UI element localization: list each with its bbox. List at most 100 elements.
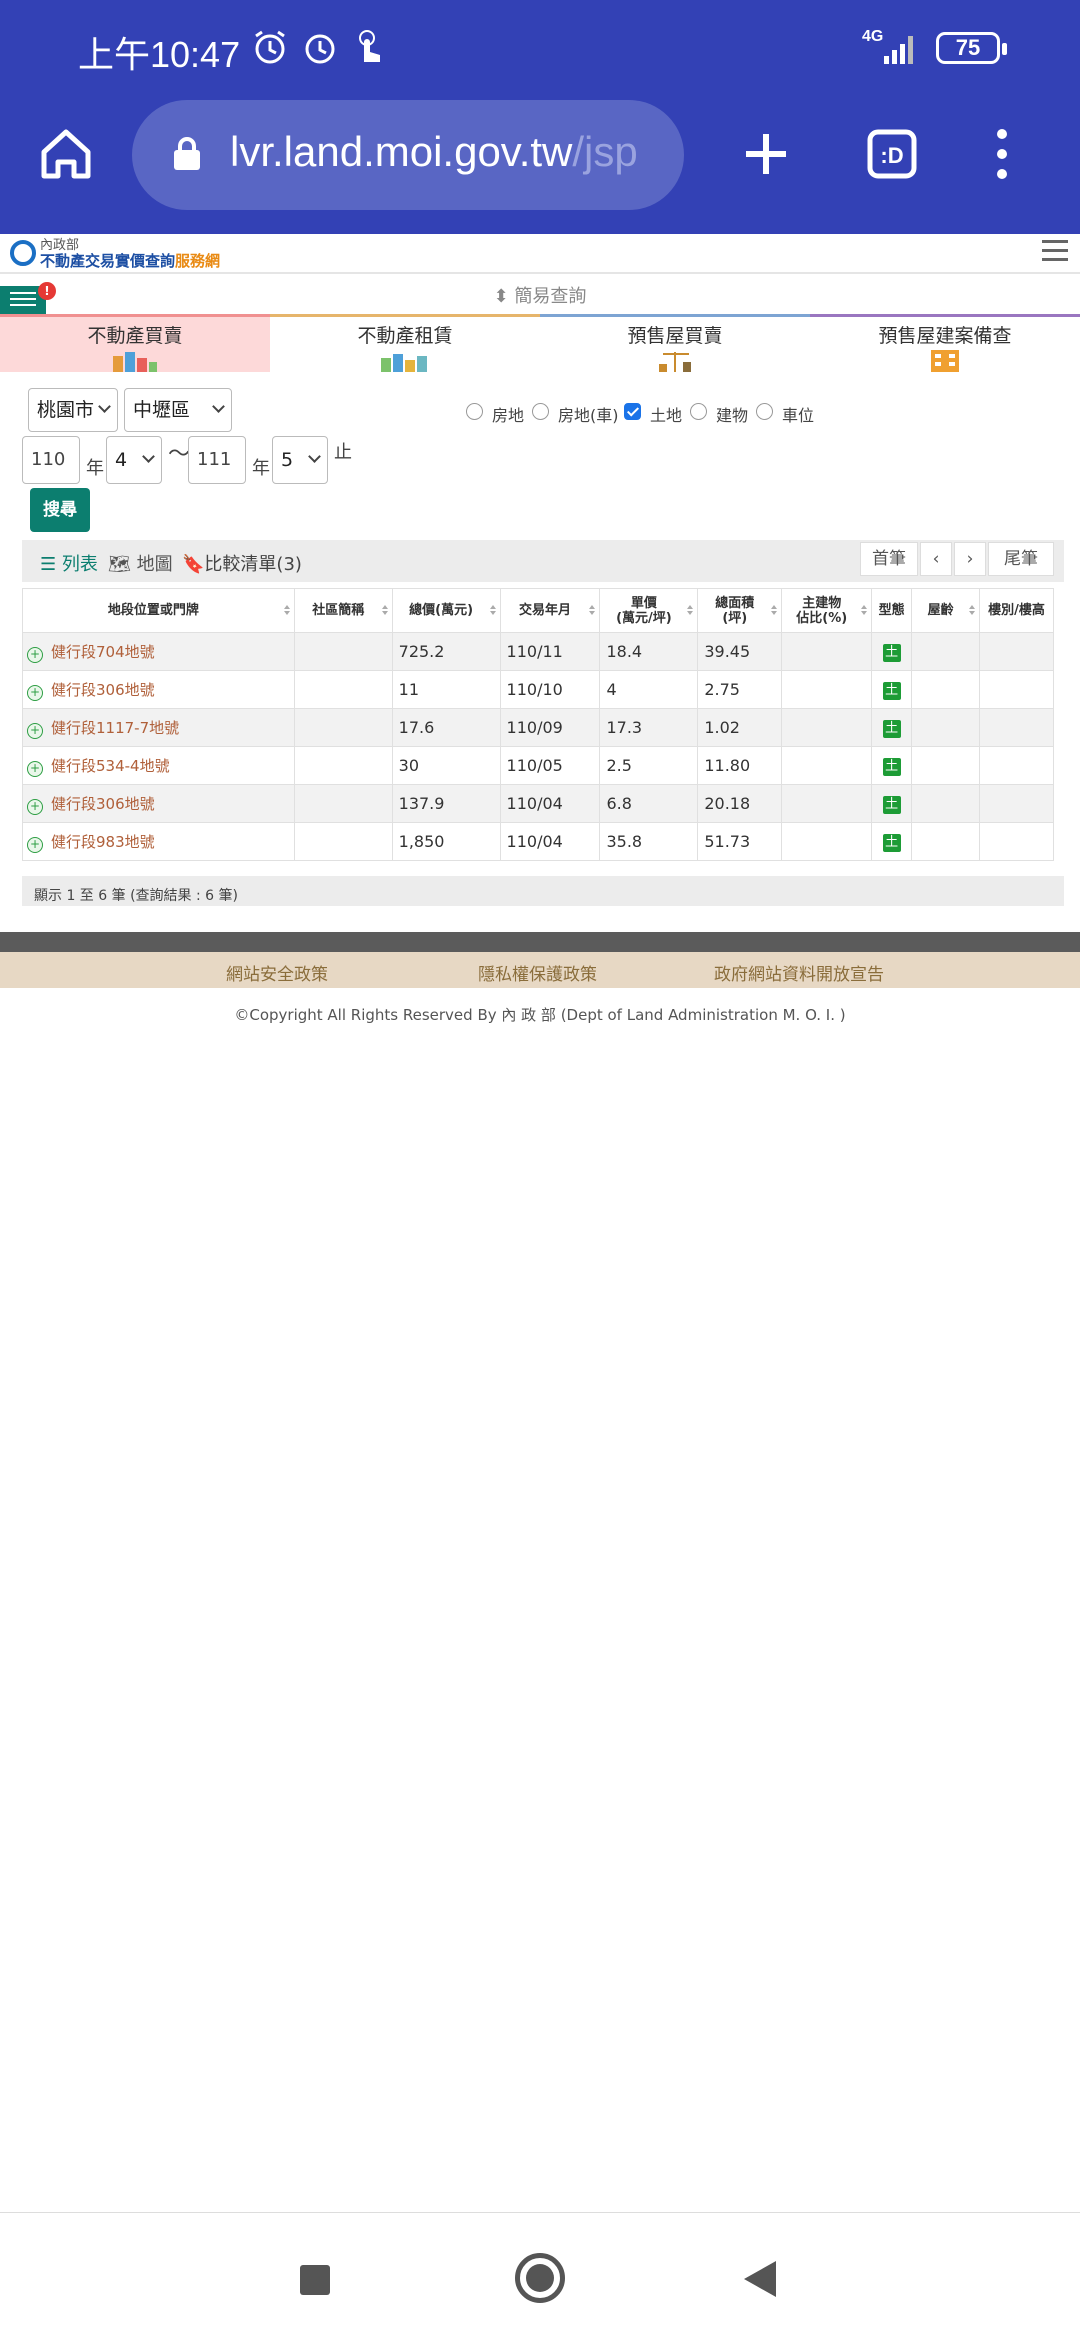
col-header-type[interactable]: 型態 xyxy=(871,588,913,633)
cell-location[interactable]: + 健行段704地號 xyxy=(22,632,295,671)
table-row: + 健行段534-4地號 30 110/05 2.5 11.80 土 xyxy=(22,746,1054,785)
col-header-trade-date[interactable]: 交易年月 xyxy=(499,588,601,633)
tab-presale-sale[interactable]: 預售屋買賣 xyxy=(540,314,810,372)
land-type-badge: 土 xyxy=(882,758,901,776)
home-button-icon[interactable] xyxy=(515,2253,565,2303)
new-tab-icon[interactable] xyxy=(730,118,802,190)
cell-location[interactable]: + 健行段306地號 xyxy=(22,784,295,823)
back-icon[interactable] xyxy=(744,2261,776,2297)
cell-location[interactable]: + 健行段983地號 xyxy=(22,822,295,861)
location-link[interactable]: 健行段534-4地號 xyxy=(51,757,170,775)
cell-age xyxy=(911,746,981,785)
month-from-select[interactable]: 4 xyxy=(106,436,162,484)
cell-trade-date: 110/09 xyxy=(499,708,601,747)
expand-plus-icon[interactable]: + xyxy=(27,684,43,701)
location-link[interactable]: 健行段306地號 xyxy=(51,681,155,699)
district-select[interactable]: 中壢區 xyxy=(124,388,232,432)
list-view-tab[interactable]: ☰ 列表 xyxy=(40,550,98,576)
prev-page-button[interactable]: ‹ xyxy=(920,542,952,576)
location-link[interactable]: 健行段306地號 xyxy=(51,795,155,813)
compare-list-tab[interactable]: 🔖比較清單(3) xyxy=(182,550,302,576)
expand-plus-icon[interactable]: + xyxy=(27,798,43,815)
privacy-policy-link[interactable]: 隱私權保護政策 xyxy=(478,960,597,985)
security-policy-link[interactable]: 網站安全政策 xyxy=(226,960,328,985)
col-header-location[interactable]: 地段位置或門牌 xyxy=(22,588,295,633)
cell-age xyxy=(911,632,981,671)
recent-apps-icon[interactable] xyxy=(300,2265,330,2295)
range-tilde: 〜 xyxy=(168,442,191,467)
tabs-switcher-icon[interactable]: :D xyxy=(856,118,928,190)
more-menu-icon[interactable] xyxy=(966,118,1038,190)
year-label-from: 年 xyxy=(86,458,104,479)
home-icon[interactable] xyxy=(30,118,102,190)
cell-unit-price: 4 xyxy=(599,670,699,709)
cell-total-price: 725.2 xyxy=(391,632,501,671)
cell-area: 11.80 xyxy=(697,746,783,785)
cell-total-price: 17.6 xyxy=(391,708,501,747)
cell-main-ratio xyxy=(781,708,873,747)
cell-floor xyxy=(979,822,1054,861)
col-header-floor[interactable]: 樓別/樓高 xyxy=(979,588,1054,633)
expand-plus-icon[interactable]: + xyxy=(27,760,43,777)
cell-type: 土 xyxy=(871,670,913,709)
battery-indicator: 75 xyxy=(936,32,1007,64)
category-tabs: 不動產買賣 不動產租賃 預售屋買賣 預售屋建案備查 xyxy=(0,314,1080,372)
land-type-badge: 土 xyxy=(882,720,901,738)
cell-age xyxy=(911,708,981,747)
status-time: 上午10:47 xyxy=(78,34,241,75)
alert-badge: ! xyxy=(38,282,56,300)
tab-presale-project[interactable]: 預售屋建案備查 xyxy=(810,314,1080,372)
col-header-community[interactable]: 社區簡稱 xyxy=(293,588,393,633)
until-label: 止 xyxy=(334,442,352,463)
col-header-unit-price[interactable]: 單價 (萬元/坪) xyxy=(599,588,699,633)
site-title[interactable]: 不動產交易實價查詢服務網 xyxy=(40,250,220,271)
table-row: + 健行段306地號 11 110/10 4 2.75 土 xyxy=(22,670,1054,709)
cell-community xyxy=(293,670,393,709)
col-header-total-price[interactable]: 總價(萬元) xyxy=(391,588,501,633)
col-header-area[interactable]: 總面積 (坪) xyxy=(697,588,783,633)
location-link[interactable]: 健行段983地號 xyxy=(51,833,155,851)
copyright-text: ©Copyright All Rights Reserved By 內 政 部 … xyxy=(234,1006,846,1024)
cell-location[interactable]: + 健行段1117-7地號 xyxy=(22,708,295,747)
cell-total-price: 137.9 xyxy=(391,784,501,823)
first-page-button[interactable]: 首筆 xyxy=(860,542,918,576)
expand-plus-icon[interactable]: + xyxy=(27,836,43,853)
cell-floor xyxy=(979,670,1054,709)
year-label-to: 年 xyxy=(252,458,270,479)
cell-unit-price: 35.8 xyxy=(599,822,699,861)
tab-real-estate-rent[interactable]: 不動產租賃 xyxy=(270,314,540,372)
location-link[interactable]: 健行段704地號 xyxy=(51,643,155,661)
table-row: + 健行段1117-7地號 17.6 110/09 17.3 1.02 土 xyxy=(22,708,1054,747)
next-page-button[interactable]: › xyxy=(954,542,986,576)
land-type-badge: 土 xyxy=(882,644,901,662)
col-header-main-ratio[interactable]: 主建物 佔比(%) xyxy=(781,588,873,633)
cell-trade-date: 110/04 xyxy=(499,822,601,861)
cell-location[interactable]: + 健行段534-4地號 xyxy=(22,746,295,785)
year-from-input[interactable]: 110 xyxy=(22,436,80,484)
map-view-tab[interactable]: 🗺 地圖 xyxy=(108,550,173,576)
cell-community xyxy=(293,822,393,861)
tab-real-estate-sale[interactable]: 不動產買賣 xyxy=(0,314,270,372)
cell-type: 土 xyxy=(871,746,913,785)
col-header-age[interactable]: 屋齡 xyxy=(911,588,981,633)
lock-icon xyxy=(174,137,200,170)
url-bar[interactable]: lvr.land.moi.gov.tw/jsp xyxy=(132,100,684,210)
cell-unit-price: 18.4 xyxy=(599,632,699,671)
cell-location[interactable]: + 健行段306地號 xyxy=(22,670,295,709)
month-to-select[interactable]: 5 xyxy=(272,436,328,484)
simple-query-toggle[interactable]: ⬍ 簡易查詢 xyxy=(0,282,1080,308)
expand-plus-icon[interactable]: + xyxy=(27,646,43,663)
year-to-input[interactable]: 111 xyxy=(188,436,246,484)
open-data-link[interactable]: 政府網站資料開放宣告 xyxy=(714,960,884,985)
map-icon: 🗺 xyxy=(108,554,131,575)
search-button[interactable]: 搜尋 xyxy=(30,488,90,532)
location-link[interactable]: 健行段1117-7地號 xyxy=(51,719,179,737)
city-select[interactable]: 桃園市 xyxy=(28,388,118,432)
results-table: 地段位置或門牌 社區簡稱 總價(萬元) 交易年月 單價 (萬元/坪) 總面積 (… xyxy=(22,588,1054,861)
cell-unit-price: 2.5 xyxy=(599,746,699,785)
last-page-button[interactable]: 尾筆 xyxy=(988,542,1054,576)
expand-plus-icon[interactable]: + xyxy=(27,722,43,739)
table-row: + 健行段983地號 1,850 110/04 35.8 51.73 土 xyxy=(22,822,1054,861)
cell-area: 51.73 xyxy=(697,822,783,861)
hamburger-menu-icon[interactable] xyxy=(1042,240,1068,262)
